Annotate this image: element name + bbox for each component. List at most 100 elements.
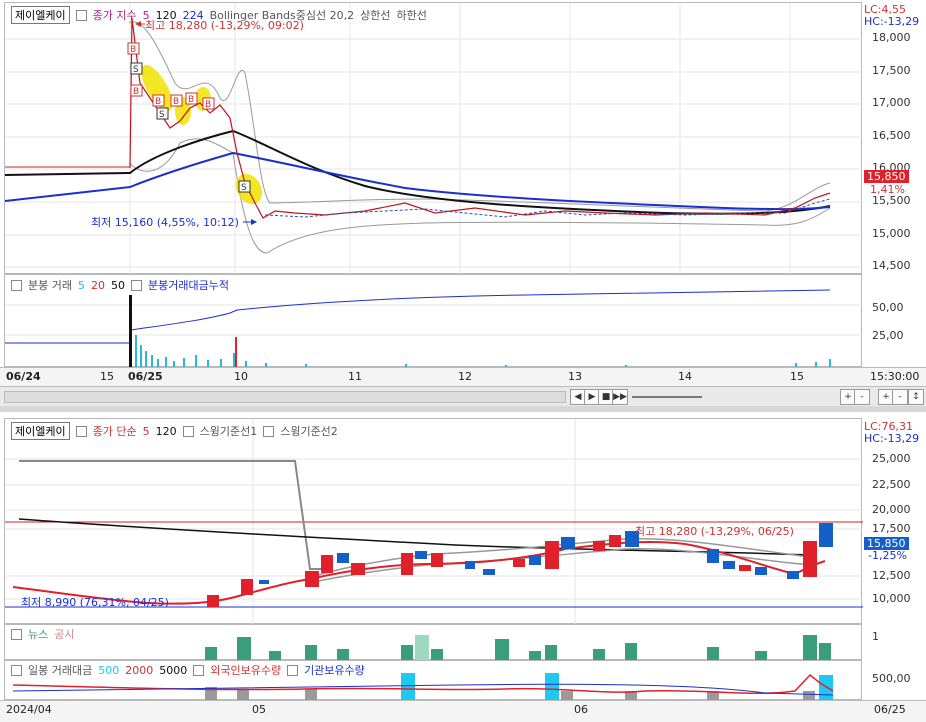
x-label: 10 [234,370,248,383]
daily-volume-chart[interactable]: 일봉 거래대금 500 2000 5000 외국인보유수량 기관보유수량 [4,660,862,701]
institution-holding-label: 기관보유수량 [304,664,365,677]
daily-volume-legend: 일봉 거래대금 500 2000 5000 외국인보유수량 기관보유수량 [11,662,365,678]
volume-chart[interactable]: 분봉 거래 5 20 50 분봉거래대금누적 [4,274,863,368]
zoom-out-button[interactable]: - [854,389,870,405]
ma-label: 종가 지수 [92,9,137,22]
ma-label: 종가 단순 [92,425,137,438]
x-label: 15 [790,370,804,383]
y-tick: 25,000 [872,452,911,465]
symbol-label[interactable]: 제이엘케이 [11,6,70,24]
legend-checkbox[interactable] [75,425,87,437]
fast-forward-button[interactable]: ▶▶ [612,389,628,405]
daily-volume-axis: 500,00 [862,660,926,700]
volume-label: 분봉 거래 [28,279,72,292]
volume-legend: 분봉 거래 5 20 50 분봉거래대금누적 [11,277,229,293]
low-note: 최저 15,160 (4,55%, 10:12) [91,216,239,229]
swing2-label: 스윙기준선2 [280,425,338,438]
daily-legend: 제이엘케이 종가 단순 5 120 스윙기준선1 스윙기준선2 [11,422,338,440]
price-axis: LC:4,55 HC:-13,29 18,000 17,500 17,000 1… [862,0,926,274]
legend-checkbox[interactable] [193,664,205,676]
upper-band-label: 상한선 [360,9,391,22]
legend-checkbox[interactable] [263,425,275,437]
high-note: 최고 18,280 (-13,29%, 06/25) [635,525,794,538]
time-axis: 06/24 15 06/25 10 11 12 13 14 15 15:30:0… [0,367,926,386]
daily-volume-label: 일봉 거래대금 [28,664,93,677]
price-chart-canvas: B S B B S B B B S [5,3,863,275]
symbol-label[interactable]: 제이엘케이 [11,422,70,440]
y-tick: 50,00 [872,301,904,314]
svg-text:S: S [159,110,165,120]
daily-volume-period-500: 500 [98,663,120,677]
high-note: 최고 18,280 (-13,29%, 09:02) [145,19,304,32]
volume-period-50: 50 [110,278,125,292]
change-badge: 1,41% [870,183,905,196]
legend-checkbox[interactable] [11,664,22,676]
svg-text:B: B [155,97,161,107]
x-label: 05 [252,703,266,716]
chart-toolbar: ◀ ▶ ■ ▶▶ + - + - ↕ [0,386,926,408]
x-label: 13 [568,370,582,383]
price-chart[interactable]: B S B B S B B B S 제이엘케이 종가 지수 5 120 224 … [4,2,863,275]
foreign-holding-label: 외국인보유수량 [210,664,282,677]
daily-volume-period-5000: 5000 [159,663,188,677]
legend-checkbox[interactable] [75,9,87,21]
scrollbar-track[interactable] [4,391,566,403]
zoom-slider[interactable] [632,396,702,398]
news-label: 뉴스 [28,628,49,641]
price-badge: 15,850 [864,170,909,183]
volume-period-5: 5 [77,278,85,292]
news-legend: 뉴스 공시 [11,626,75,642]
legend-checkbox[interactable] [182,425,194,437]
y-tick: 18,000 [872,31,911,44]
y-tick: 16,500 [872,129,911,142]
x-label: 2024/04 [6,703,52,716]
lower-band-label: 하한선 [396,9,427,22]
svg-text:B: B [130,45,136,55]
daily-time-axis: 2024/04 05 06 06/25 [0,700,926,722]
hc-value: HC:-13,29 [864,15,920,28]
daily-price-axis: LC:76,31 HC:-13,29 25,000 22,500 20,000 … [862,418,926,624]
cumulative-label: 분봉거래대금누적 [147,279,229,292]
y-tick: 12,500 [872,569,911,582]
disclosure-label: 공시 [54,628,75,641]
news-axis: 1 [862,624,926,660]
ma-period-120: 120 [155,424,177,438]
volume-axis: 50,00 25,00 [862,274,926,367]
y-tick: 25,00 [872,329,904,342]
x-label: 06/24 [6,370,41,383]
y-tick: 14,500 [872,259,911,272]
y-tick: 1 [872,630,879,643]
shrink-button[interactable]: - [892,389,908,405]
y-tick: 17,500 [872,64,911,77]
legend-checkbox[interactable] [11,279,22,291]
x-label: 12 [458,370,472,383]
intraday-panel: B S B B S B B B S 제이엘케이 종가 지수 5 120 224 … [0,0,926,386]
hc-value: HC:-13,29 [864,432,920,445]
change-badge: -1,25% [868,549,907,562]
x-label: 15 [100,370,114,383]
svg-text:B: B [205,100,211,110]
y-tick: 17,500 [872,522,911,535]
svg-text:B: B [173,97,179,107]
daily-volume-period-2000: 2000 [125,663,154,677]
svg-text:B: B [188,95,194,105]
y-tick: 10,000 [872,592,911,605]
ma-period-5: 5 [142,424,150,438]
svg-text:S: S [241,183,247,193]
resize-button[interactable]: ↕ [908,389,924,405]
svg-text:B: B [133,87,139,97]
news-chart[interactable]: 뉴스 공시 [4,624,862,661]
x-label: 06/25 [128,370,163,383]
daily-price-chart[interactable]: 제이엘케이 종가 단순 5 120 스윙기준선1 스윙기준선2 최고 18,28… [4,418,863,625]
legend-checkbox[interactable] [11,628,22,640]
y-tick: 20,000 [872,503,911,516]
x-label: 14 [678,370,692,383]
legend-checkbox[interactable] [287,664,299,676]
time-label: 15:30:00 [870,370,920,383]
low-note: 최저 8,990 (76,31%, 04/25) [21,596,169,609]
swing1-label: 스윙기준선1 [199,425,258,438]
legend-checkbox[interactable] [130,279,142,291]
news-canvas [205,635,831,661]
x-label: 06 [574,703,588,716]
volume-period-20: 20 [90,278,105,292]
